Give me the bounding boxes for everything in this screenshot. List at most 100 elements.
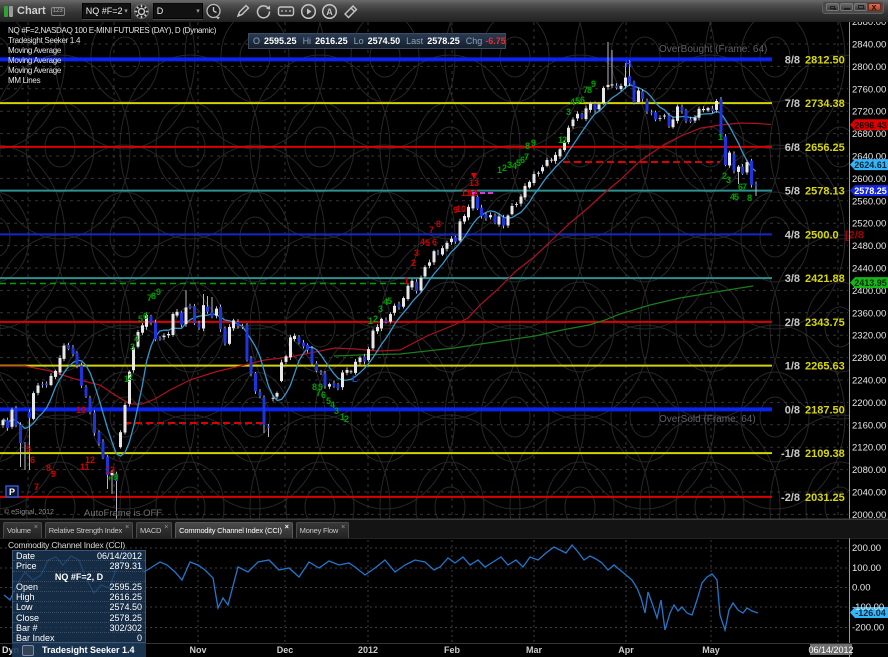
svg-text:2109.38: 2109.38 — [805, 448, 845, 460]
svg-text:3: 3 — [726, 175, 731, 185]
svg-text:8: 8 — [436, 219, 441, 229]
svg-text:Commodity Channel Index (CCI): Commodity Channel Index (CCI) — [8, 540, 125, 550]
svg-text:2480.00: 2480.00 — [852, 241, 886, 252]
svg-text:7: 7 — [524, 152, 529, 162]
svg-text:5: 5 — [26, 444, 31, 454]
svg-text:-200.00: -200.00 — [852, 623, 884, 634]
svg-text:8: 8 — [525, 141, 530, 151]
svg-text:2: 2 — [128, 372, 133, 382]
svg-text:6: 6 — [580, 95, 585, 105]
svg-text:4: 4 — [134, 334, 139, 344]
svg-text:2265.63: 2265.63 — [805, 361, 845, 373]
svg-text:0/8: 0/8 — [785, 404, 800, 416]
svg-text:1: 1 — [718, 132, 723, 142]
svg-text:AutoFrame is OFF: AutoFrame is OFF — [84, 508, 162, 519]
svg-text:-1/8: -1/8 — [781, 448, 800, 460]
svg-text:5: 5 — [326, 396, 331, 406]
svg-text:2500.0: 2500.0 — [805, 229, 839, 241]
svg-text:2040.00: 2040.00 — [852, 488, 886, 499]
svg-text:6/8: 6/8 — [785, 142, 800, 154]
svg-text:1/8: 1/8 — [785, 361, 800, 373]
svg-text:6: 6 — [432, 237, 437, 247]
svg-text:3: 3 — [414, 248, 419, 258]
svg-text:1: 1 — [404, 276, 409, 286]
svg-text:L: L — [352, 374, 358, 384]
svg-text:2578.25: 2578.25 — [854, 186, 887, 196]
svg-text:[2/8: [2/8 — [845, 229, 864, 241]
svg-text:© eSignal, 2012: © eSignal, 2012 — [4, 508, 54, 516]
svg-text:2520.00: 2520.00 — [852, 219, 886, 230]
svg-text:0.00: 0.00 — [852, 583, 871, 594]
svg-text:MM Lines: MM Lines — [8, 76, 41, 85]
svg-text:13: 13 — [469, 178, 479, 188]
svg-text:2800.00: 2800.00 — [852, 62, 886, 73]
svg-text:3: 3 — [566, 107, 571, 117]
svg-text:2560.00: 2560.00 — [852, 196, 886, 207]
svg-text:8/8: 8/8 — [785, 54, 800, 66]
svg-text:2840.00: 2840.00 — [852, 40, 886, 51]
svg-text:2240.00: 2240.00 — [852, 376, 886, 387]
svg-text:2187.50: 2187.50 — [805, 404, 845, 416]
svg-text:OverBought (Frame: 64): OverBought (Frame: 64) — [659, 44, 767, 55]
svg-text:H: H — [625, 59, 632, 69]
svg-text:2734.38: 2734.38 — [805, 98, 845, 110]
svg-text:2: 2 — [373, 314, 378, 324]
svg-text:100.00: 100.00 — [852, 563, 881, 574]
svg-text:8: 8 — [312, 382, 317, 392]
svg-text:2600.00: 2600.00 — [852, 174, 886, 185]
svg-text:3/8: 3/8 — [785, 273, 800, 285]
svg-text:+: + — [107, 473, 112, 483]
svg-text:9: 9 — [591, 79, 596, 89]
svg-text:2: 2 — [344, 414, 349, 424]
svg-text:6: 6 — [30, 455, 35, 465]
svg-text:10: 10 — [456, 204, 466, 214]
svg-text:4/8: 4/8 — [785, 229, 800, 241]
svg-text:12: 12 — [468, 188, 478, 198]
svg-text:2012: 2012 — [358, 645, 378, 655]
svg-text:2578.13: 2578.13 — [805, 186, 845, 198]
svg-text:9: 9 — [51, 469, 56, 479]
svg-text:P: P — [9, 487, 15, 497]
svg-text:2812.50: 2812.50 — [805, 54, 845, 66]
svg-text:Apr: Apr — [618, 645, 634, 655]
svg-text:May: May — [702, 645, 720, 655]
svg-text:7: 7 — [742, 182, 747, 192]
svg-text:2624.61: 2624.61 — [854, 160, 887, 170]
svg-text:2360.00: 2360.00 — [852, 308, 886, 319]
svg-text:2031.25: 2031.25 — [805, 492, 845, 504]
svg-text:5: 5 — [387, 296, 392, 306]
svg-text:-100.00: -100.00 — [852, 602, 884, 613]
svg-text:Moving Average: Moving Average — [8, 66, 62, 75]
svg-text:6: 6 — [143, 311, 148, 321]
svg-text:2343.75: 2343.75 — [805, 317, 845, 329]
svg-text:8: 8 — [747, 193, 752, 203]
svg-text:NQ #F=2,NASDAQ 100 E-MINI FUTU: NQ #F=2,NASDAQ 100 E-MINI FUTURES (DAY),… — [8, 26, 217, 35]
svg-text:Feb: Feb — [444, 645, 461, 655]
svg-text:2160.00: 2160.00 — [852, 420, 886, 431]
svg-text:Moving Average: Moving Average — [8, 46, 62, 55]
svg-text:2696.43: 2696.43 — [854, 120, 887, 130]
svg-text:Mar: Mar — [526, 645, 543, 655]
svg-text:Moving Average: Moving Average — [8, 56, 62, 65]
svg-text:2421.88: 2421.88 — [805, 273, 845, 285]
svg-text:2656.25: 2656.25 — [805, 142, 845, 154]
svg-text:2440.00: 2440.00 — [852, 264, 886, 275]
svg-text:9: 9 — [156, 287, 161, 297]
svg-text:-2/8: -2/8 — [781, 492, 800, 504]
svg-text:2720.00: 2720.00 — [852, 107, 886, 118]
svg-text:10: 10 — [76, 405, 86, 415]
svg-text:06/14/2012: 06/14/2012 — [808, 645, 853, 655]
svg-text:11: 11 — [80, 462, 90, 472]
svg-text:2: 2 — [562, 135, 567, 145]
svg-text:2080.00: 2080.00 — [852, 465, 886, 476]
svg-text:Nov: Nov — [189, 645, 206, 655]
svg-text:2760.00: 2760.00 — [852, 84, 886, 95]
svg-text:5: 5 — [425, 238, 430, 248]
svg-text:2413.95: 2413.95 — [854, 278, 887, 288]
svg-text:2/8: 2/8 — [785, 317, 800, 329]
svg-text:Dec: Dec — [277, 645, 294, 655]
svg-text:7: 7 — [429, 225, 434, 235]
svg-text:9: 9 — [318, 382, 323, 392]
svg-text:2280.00: 2280.00 — [852, 353, 886, 364]
svg-text:2320.00: 2320.00 — [852, 331, 886, 342]
